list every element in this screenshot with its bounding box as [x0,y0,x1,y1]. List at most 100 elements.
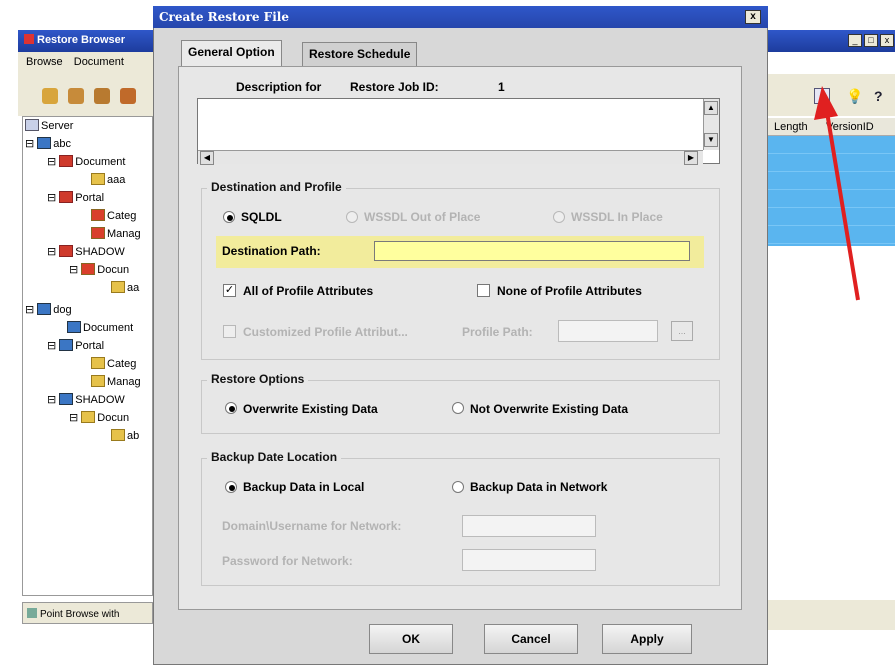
sqldl-label[interactable]: SQLDL [241,210,282,224]
portal-icon [59,393,74,405]
restore-options-title: Restore Options [207,372,309,386]
tree-item[interactable]: ⊟ SHADOW [47,245,125,258]
status-bar: Point Browse with [22,602,153,624]
server-tree[interactable]: Server ⊟ abc ⊟ Document aaa ⊟ Portal Cat… [22,116,153,596]
dialog-titlebar: Create Restore File [153,6,768,28]
portal-icon [59,191,74,203]
export-toolbar-icon[interactable] [120,88,136,104]
all-profile-checkbox[interactable]: ✓ [223,284,236,297]
tree-item[interactable]: Manag [91,375,141,388]
folder-icon [91,357,105,369]
minimize-button[interactable]: _ [848,34,862,47]
tab-general-option[interactable]: General Option [181,40,282,66]
tree-item[interactable]: Categ [91,209,136,222]
database-icon [37,137,52,149]
scroll-up-icon[interactable]: ▲ [704,101,718,115]
cancel-button[interactable]: Cancel [484,624,578,654]
portal-icon [59,245,74,257]
none-profile-label[interactable]: None of Profile Attributes [497,284,642,298]
tree-item[interactable]: aa [111,281,139,294]
job-id-label: Restore Job ID: [350,80,439,94]
restore-browser-titlebar-right: _ □ x [768,30,895,52]
apply-button[interactable]: Apply [602,624,692,654]
tree-item[interactable]: ⊟ dog [25,303,72,316]
overwrite-label[interactable]: Overwrite Existing Data [243,402,378,416]
backup-network-label[interactable]: Backup Data in Network [470,480,607,494]
restore-browser-title: Restore Browser [37,34,126,46]
ok-button[interactable]: OK [369,624,453,654]
toolbar [18,74,153,116]
scroll-left-icon[interactable]: ◀ [200,151,214,165]
tree-item[interactable]: ⊟ Portal [47,191,104,204]
profile-path-browse-button[interactable]: ... [671,321,693,341]
database-icon [37,303,52,315]
password-label: Password for Network: [222,554,353,568]
menu-document[interactable]: Document [74,56,124,68]
tree-item[interactable]: Server [25,119,73,132]
tree-item[interactable]: ⊟ Document [47,155,125,168]
domain-username-input[interactable] [462,515,596,537]
folder-icon [91,173,105,185]
category-icon [91,227,105,239]
menu-browse[interactable]: Browse [26,56,63,68]
profile-path-label: Profile Path: [462,325,533,339]
bottom-scroll-area [768,600,895,630]
menu-bar: Browse Document [18,52,153,74]
status-icon [27,608,37,618]
close-button[interactable]: x [880,34,894,47]
destination-profile-title: Destination and Profile [207,180,346,194]
folder-icon [111,429,125,441]
tree-item[interactable]: ab [111,429,139,442]
dialog-close-button[interactable]: x [745,10,761,24]
customized-profile-label[interactable]: Customized Profile Attribut... [243,325,408,339]
customized-profile-checkbox[interactable] [223,325,236,338]
all-profile-label[interactable]: All of Profile Attributes [243,284,373,298]
description-label: Description for [236,80,322,94]
tree-item[interactable]: ⊟ Portal [47,339,104,352]
backup-toolbar-icon[interactable] [94,88,110,104]
dialog-title: Create Restore File [159,10,289,24]
category-icon [91,209,105,221]
wssdl-in-place-radio[interactable] [553,211,565,223]
document-library-icon [59,155,74,167]
none-profile-checkbox[interactable] [477,284,490,297]
scroll-right-icon[interactable]: ▶ [684,151,698,165]
restore-browser-titlebar: Restore Browser [18,30,153,52]
overwrite-radio[interactable] [225,402,237,414]
folder-icon [81,263,96,275]
folder-icon [91,375,105,387]
wssdl-out-of-place-label[interactable]: WSSDL Out of Place [364,210,480,224]
portal-icon [59,339,74,351]
not-overwrite-label[interactable]: Not Overwrite Existing Data [470,402,628,416]
tree-item[interactable]: ⊟ SHADOW [47,393,125,406]
destination-path-input[interactable] [374,241,690,261]
domain-username-label: Domain\Username for Network: [222,519,402,533]
wssdl-out-of-place-radio[interactable] [346,211,358,223]
not-overwrite-radio[interactable] [452,402,464,414]
profile-path-input[interactable] [558,320,658,342]
backup-local-radio[interactable] [225,481,237,493]
browse-toolbar-icon[interactable] [42,88,58,104]
tree-item[interactable]: ⊟ Docun [69,263,129,276]
server-icon [25,119,39,131]
tree-item[interactable]: ⊟ abc [25,137,71,150]
tree-item[interactable]: ⊟ Docun [69,411,129,424]
backup-network-radio[interactable] [452,481,464,493]
backup-location-title: Backup Date Location [207,450,342,464]
arrow-head [814,86,838,120]
sqldl-radio[interactable] [223,211,235,223]
tree-item[interactable]: Document [67,321,133,334]
tree-item[interactable]: Manag [91,227,141,240]
password-input[interactable] [462,549,596,571]
tab-restore-schedule[interactable]: Restore Schedule [302,42,418,66]
tree-item[interactable]: aaa [91,173,125,186]
restore-toolbar-icon[interactable] [68,88,84,104]
description-horizontal-scrollbar[interactable]: ◀ ▶ [198,150,703,165]
scroll-down-icon[interactable]: ▼ [704,133,718,147]
description-vertical-scrollbar[interactable]: ▲ ▼ [703,99,719,150]
backup-local-label[interactable]: Backup Data in Local [243,480,364,494]
destination-path-label: Destination Path: [222,244,321,258]
wssdl-in-place-label[interactable]: WSSDL In Place [571,210,663,224]
tree-item[interactable]: Categ [91,357,136,370]
maximize-button[interactable]: □ [864,34,878,47]
